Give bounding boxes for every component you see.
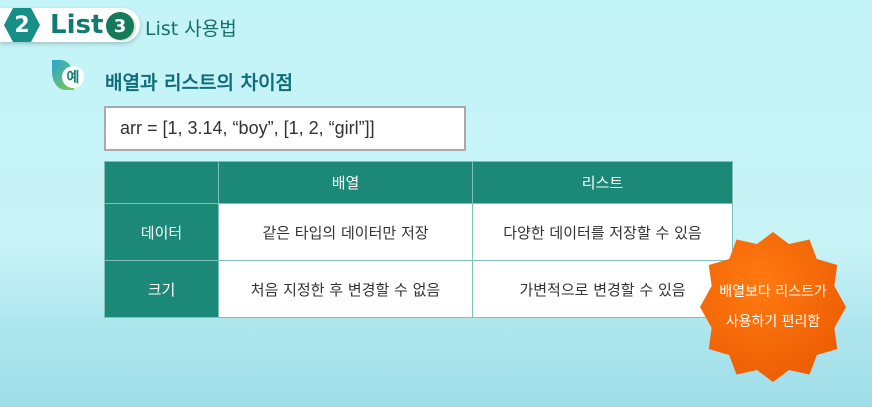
badge-line: 배열보다 리스트가	[719, 284, 827, 300]
section-number-badge: 3	[106, 12, 134, 40]
example-leaf-icon: 예	[52, 60, 84, 90]
example-label: 예	[62, 66, 84, 88]
badge-line: 사용하기 편리함	[725, 314, 821, 330]
row-header: 데이터	[104, 203, 219, 261]
table-cell: 가변적으로 변경할 수 있음	[472, 260, 733, 318]
section-title: List 사용법	[145, 18, 237, 40]
header-cell	[104, 161, 219, 204]
table-row: 데이터 같은 타입의 데이터만 저장 다양한 데이터를 저장할 수 있음	[104, 203, 733, 261]
table-row: 크기 처음 지정한 후 변경할 수 없음 가변적으로 변경할 수 있음	[104, 260, 733, 318]
example-title: 배열과 리스트의 차이점	[105, 72, 294, 94]
table-header-row: 배열 리스트	[104, 161, 733, 204]
header-cell: 리스트	[472, 161, 733, 204]
table-cell: 다양한 데이터를 저장할 수 있음	[472, 203, 733, 261]
table-cell: 같은 타입의 데이터만 저장	[218, 203, 473, 261]
code-box: arr = [1, 3.14, “boy”, [1, 2, “girl”]]	[104, 106, 466, 151]
header-cell: 배열	[218, 161, 473, 204]
row-header: 크기	[104, 260, 219, 318]
chapter-title: List	[50, 10, 104, 40]
table-cell: 처음 지정한 후 변경할 수 없음	[218, 260, 473, 318]
comparison-table: 배열 리스트 데이터 같은 타입의 데이터만 저장 다양한 데이터를 저장할 수…	[104, 161, 733, 318]
